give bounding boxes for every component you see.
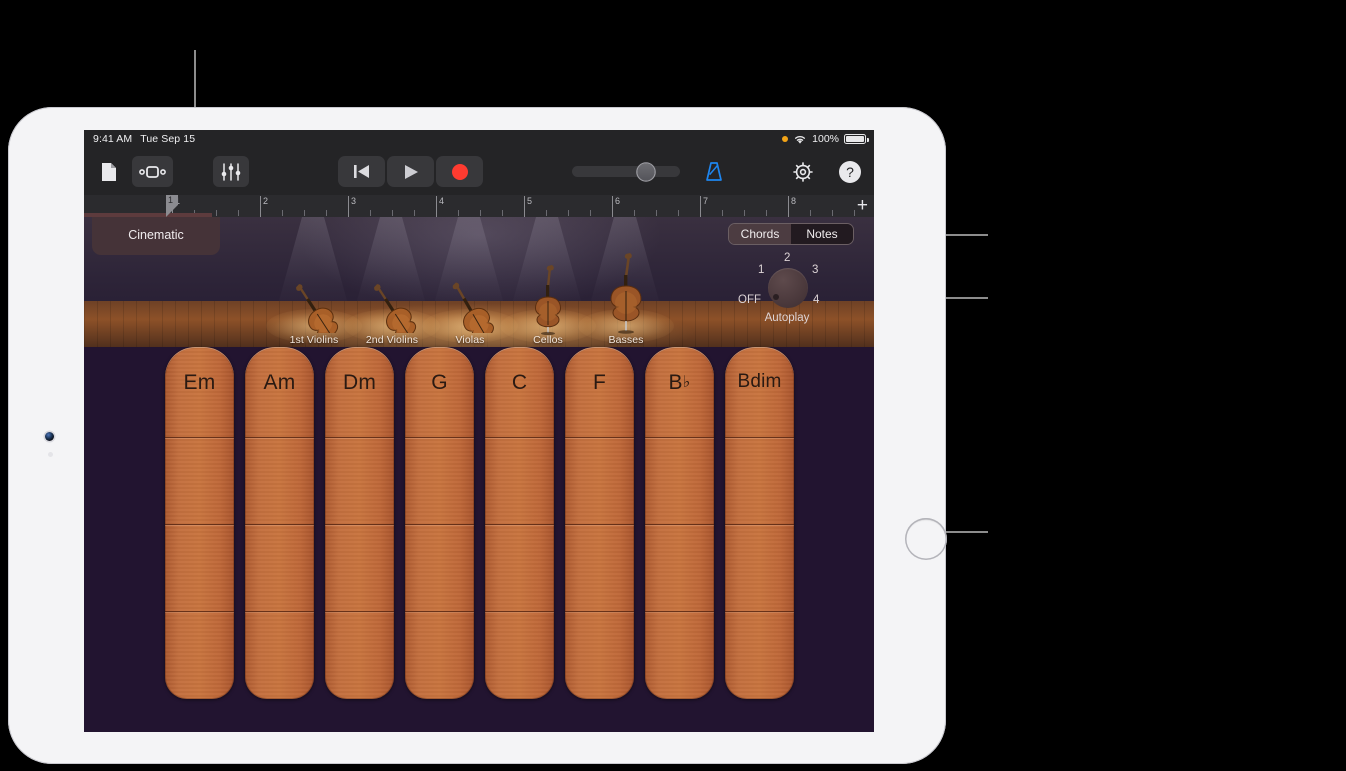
chord-label: B♭	[668, 371, 691, 394]
preset-button[interactable]: Cinematic	[92, 217, 220, 255]
ruler-bar-number: 8	[791, 196, 797, 206]
violin-icon	[374, 284, 417, 333]
transport-controls	[338, 156, 483, 187]
chord-strip[interactable]: C	[485, 347, 554, 699]
my-songs-icon[interactable]	[93, 156, 124, 187]
chord-strip[interactable]: Am	[245, 347, 314, 699]
ruler-bar-number: 3	[351, 196, 357, 206]
ruler-bar-number: 5	[527, 196, 533, 206]
autoplay-control: 2 1 3 OFF 4 Autoplay	[732, 252, 842, 330]
volume-slider[interactable]	[572, 163, 680, 180]
orange-dot-icon	[782, 136, 789, 142]
timeline-ruler[interactable]: 1 2 3 4 5 6 7 8	[84, 195, 874, 217]
tab-chords[interactable]: Chords	[729, 224, 791, 244]
status-bar: 9:41 AM Tue Sep 15 100%	[84, 130, 874, 148]
chord-label: Em	[183, 371, 216, 394]
add-track-button[interactable]: +	[857, 196, 868, 215]
track-view-icon[interactable]	[132, 156, 173, 187]
rewind-button[interactable]	[338, 156, 385, 187]
status-date: Tue Sep 15	[140, 133, 196, 145]
chord-label: G	[431, 371, 448, 394]
chord-label: C	[511, 371, 528, 394]
chord-strips: Em Am Dm G C F B♭ Bdim	[84, 347, 874, 732]
autoplay-pos-4[interactable]: 4	[813, 294, 819, 306]
play-button[interactable]	[387, 156, 434, 187]
help-icon[interactable]: ?	[834, 156, 865, 187]
autoplay-knob-indicator	[773, 294, 779, 300]
toolbar: ?	[84, 148, 874, 195]
chord-strip[interactable]: G	[405, 347, 474, 699]
chord-strip[interactable]: Em	[165, 347, 234, 699]
mixer-icon[interactable]	[213, 156, 249, 187]
ipad-device: 9:41 AM Tue Sep 15 100% ? 2 3 4 5 6 7 8 …	[8, 107, 947, 764]
chord-label: Am	[263, 371, 296, 394]
chord-strip[interactable]: Bdim	[725, 347, 794, 699]
ruler-bar-number: 2	[263, 196, 269, 206]
tab-notes[interactable]: Notes	[791, 224, 853, 244]
orchestra-stage: 1st Violins 2nd Violins Violas Cellos Ba…	[84, 217, 874, 347]
autoplay-label: Autoplay	[764, 312, 810, 324]
status-time: 9:41 AM	[93, 133, 133, 145]
front-camera-icon	[45, 432, 54, 441]
autoplay-knob[interactable]	[768, 268, 808, 308]
ambient-light-sensor-icon	[48, 452, 53, 457]
double-bass-icon	[610, 253, 642, 334]
metronome-icon[interactable]	[698, 156, 729, 187]
battery-icon	[844, 134, 869, 144]
ruler-bar-number: 7	[703, 196, 709, 206]
autoplay-pos-2[interactable]: 2	[784, 252, 790, 264]
screenshot-root: 9:41 AM Tue Sep 15 100% ? 2 3 4 5 6 7 8 …	[0, 0, 1346, 771]
violin-icon	[296, 284, 339, 333]
stage-player-label: Basses	[608, 334, 644, 346]
record-button[interactable]	[436, 156, 483, 187]
chord-label: Dm	[342, 371, 377, 394]
wifi-icon	[795, 135, 806, 144]
battery-percent-label: 100%	[812, 133, 839, 145]
home-button[interactable]	[905, 518, 947, 560]
chord-strip[interactable]: Dm	[325, 347, 394, 699]
device-screen: 9:41 AM Tue Sep 15 100% ? 2 3 4 5 6 7 8 …	[84, 130, 874, 732]
chord-strip[interactable]: F	[565, 347, 634, 699]
master-volume-control	[572, 156, 729, 187]
volume-slider-knob[interactable]	[637, 163, 655, 180]
gear-icon[interactable]	[787, 156, 818, 187]
chord-label: Bdim	[737, 371, 782, 392]
chord-label: F	[592, 371, 607, 394]
viola-icon	[452, 282, 494, 333]
autoplay-pos-3[interactable]: 3	[812, 264, 818, 276]
svg-text:?: ?	[846, 164, 854, 180]
smart-strings-view: 1st Violins 2nd Violins Violas Cellos Ba…	[84, 217, 874, 732]
mode-switch: Chords Notes	[728, 223, 854, 245]
autoplay-pos-1[interactable]: 1	[758, 264, 764, 276]
chord-strip[interactable]: B♭	[645, 347, 714, 699]
playhead-bar-label: 1	[168, 195, 174, 205]
autoplay-pos-off[interactable]: OFF	[738, 294, 761, 306]
ruler-bar-number: 4	[439, 196, 445, 206]
cello-icon	[534, 265, 562, 335]
ruler-bar-number: 6	[615, 196, 621, 206]
stage-player-basses[interactable]: Basses	[578, 253, 674, 346]
